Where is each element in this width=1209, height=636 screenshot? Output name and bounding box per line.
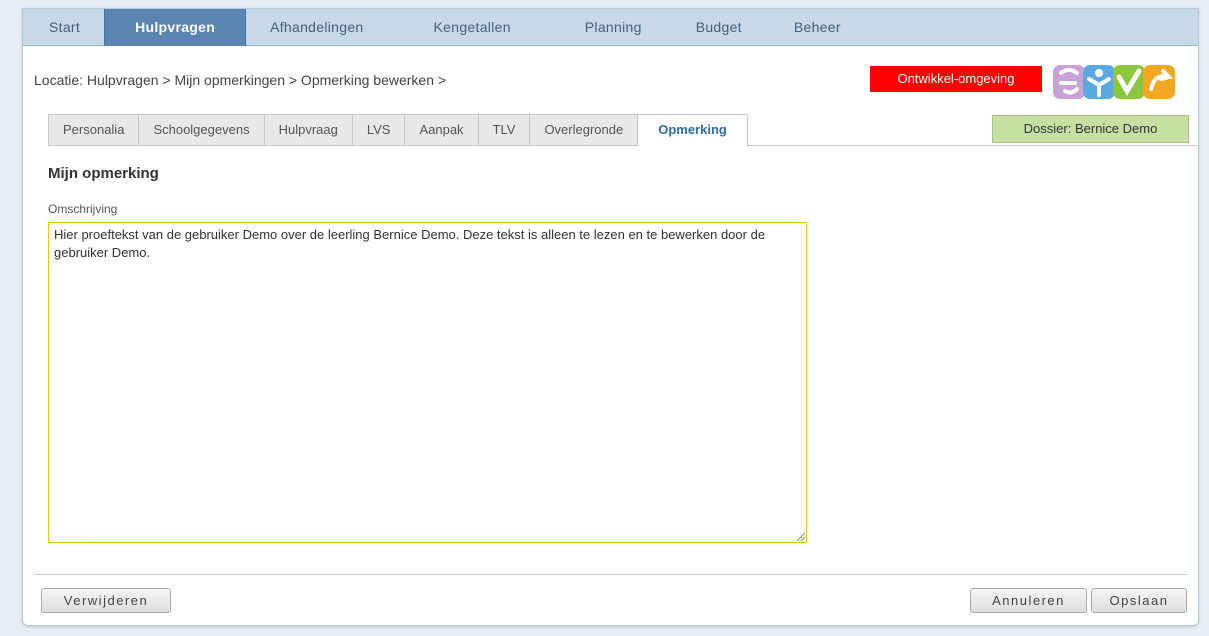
- environment-badge: Ontwikkel-omgeving: [870, 66, 1042, 92]
- nav-tab-planning[interactable]: Planning: [559, 9, 668, 46]
- subtab-lvs[interactable]: LVS: [351, 114, 406, 145]
- description-textarea[interactable]: Hier proeftekst van de gebruiker Demo ov…: [48, 222, 807, 543]
- subtab-opmerking[interactable]: Opmerking: [637, 114, 748, 147]
- breadcrumb: Locatie: Hulpvragen > Mijn opmerkingen >…: [34, 72, 447, 88]
- subtab-schoolgegevens[interactable]: Schoolgegevens: [138, 114, 265, 145]
- subtab-overlegronde[interactable]: Overlegronde: [529, 114, 639, 145]
- subtab-personalia[interactable]: Personalia: [48, 114, 140, 145]
- dossier-label: Dossier: Bernice Demo: [992, 115, 1189, 143]
- cancel-button[interactable]: Annuleren: [970, 588, 1087, 613]
- subtabs-divider: [48, 145, 1198, 146]
- nav-tab-kengetallen[interactable]: Kengetallen: [386, 9, 559, 46]
- subtab-tlv[interactable]: TLV: [477, 114, 531, 145]
- nav-tab-start[interactable]: Start: [23, 9, 104, 46]
- nav-tab-afhandelingen[interactable]: Afhandelingen: [246, 9, 385, 46]
- footer-divider: [34, 574, 1187, 575]
- description-label: Omschrijving: [48, 202, 118, 216]
- save-button[interactable]: Opslaan: [1091, 588, 1187, 613]
- nav-tab-beheer[interactable]: Beheer: [770, 9, 863, 46]
- nav-tab-budget[interactable]: Budget: [668, 9, 770, 46]
- subtab-aanpak[interactable]: Aanpak: [404, 114, 479, 145]
- top-navigation: Start Hulpvragen Afhandelingen Kengetall…: [23, 9, 1198, 46]
- dossier-subtabs: Personalia Schoolgegevens Hulpvraag LVS …: [48, 114, 748, 147]
- section-title: Mijn opmerking: [48, 165, 159, 182]
- app-logo: [1053, 65, 1175, 99]
- delete-button[interactable]: Verwijderen: [41, 588, 171, 613]
- subtab-hulpvraag[interactable]: Hulpvraag: [263, 114, 353, 145]
- resize-grip-icon[interactable]: [794, 530, 806, 542]
- app-frame: Start Hulpvragen Afhandelingen Kengetall…: [22, 8, 1199, 626]
- nav-tab-hulpvragen[interactable]: Hulpvragen: [104, 9, 247, 46]
